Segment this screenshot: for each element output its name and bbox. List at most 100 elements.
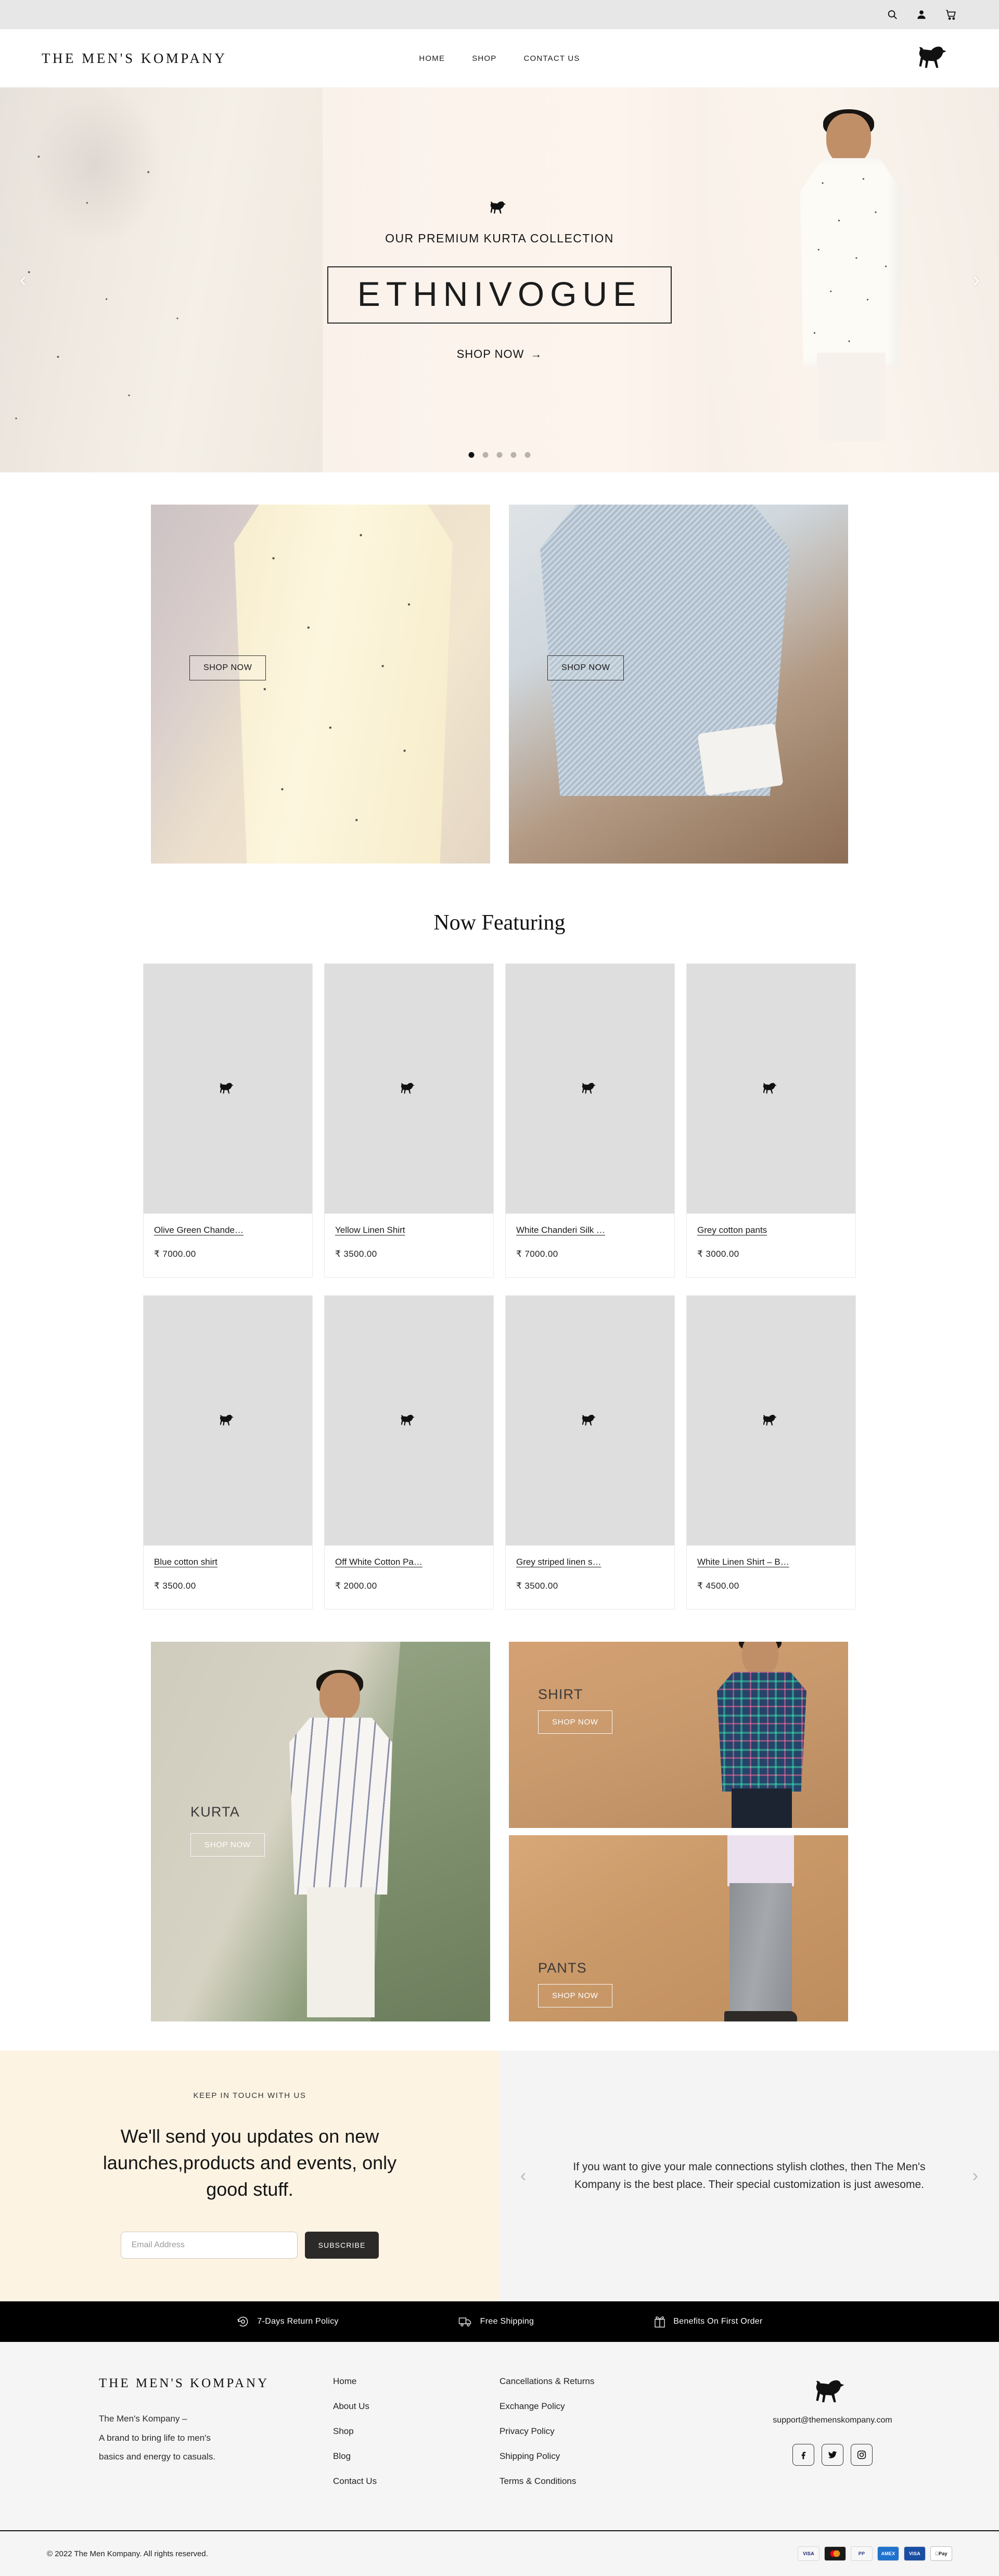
hero-dot-1[interactable]	[468, 452, 475, 458]
brand-wordmark[interactable]: THE MEN'S KOMPANY	[42, 50, 227, 67]
hero-kicker: OUR PREMIUM KURTA COLLECTION	[385, 231, 614, 245]
testimonial-next-icon[interactable]: ›	[972, 2166, 978, 2186]
bull-logo-icon[interactable]	[913, 43, 957, 74]
product-card-body: Grey striped linen s… ₹ 3500.00	[506, 1545, 674, 1609]
product-image-placeholder	[687, 1296, 855, 1545]
product-title[interactable]: Yellow Linen Shirt	[335, 1225, 483, 1235]
footer-bull-logo-icon	[809, 2376, 856, 2408]
product-card-body: Blue cotton shirt ₹ 3500.00	[144, 1545, 312, 1609]
feature-return-policy: 7-Days Return Policy	[236, 2315, 338, 2328]
product-title[interactable]: Grey cotton pants	[697, 1225, 845, 1235]
product-card-body: Grey cotton pants ₹ 3000.00	[687, 1214, 855, 1277]
product-title[interactable]: White Chanderi Silk …	[516, 1225, 664, 1235]
category-shop-now-shirt[interactable]: SHOP NOW	[538, 1710, 612, 1734]
search-icon[interactable]	[886, 8, 899, 21]
newsletter-form: SUBSCRIBE	[0, 2232, 499, 2259]
product-card[interactable]: Olive Green Chande… ₹ 7000.00	[143, 963, 313, 1278]
hero-dot-5[interactable]	[524, 452, 531, 458]
footer-brand-column: THE MEN'S KOMPANY The Men's Kompany – A …	[52, 2376, 333, 2501]
hero-dot-4[interactable]	[510, 452, 517, 458]
feature-free-shipping-label: Free Shipping	[480, 2317, 534, 2326]
payment-icon-visa-electron: VISA	[904, 2546, 926, 2561]
nav-item-shop[interactable]: SHOP	[472, 54, 496, 63]
category-shop-now-pants[interactable]: SHOP NOW	[538, 1984, 612, 2007]
category-right-column: SHIRT SHOP NOW PANTS SHOP NOW	[509, 1642, 848, 2021]
facebook-icon[interactable]	[792, 2444, 814, 2466]
product-price: ₹ 7000.00	[516, 1249, 558, 1259]
product-image-placeholder	[506, 1296, 674, 1545]
newsletter-panel: KEEP IN TOUCH WITH US We'll send you upd…	[0, 2051, 499, 2302]
category-banner-pants[interactable]: PANTS SHOP NOW	[509, 1835, 848, 2021]
product-card[interactable]: Grey striped linen s… ₹ 3500.00	[505, 1295, 675, 1609]
hero-next-arrow-icon[interactable]: ›	[966, 269, 987, 290]
category-label-pants: PANTS	[538, 1960, 587, 1976]
product-image-placeholder	[144, 1296, 312, 1545]
category-shop-now-kurta[interactable]: SHOP NOW	[190, 1833, 265, 1857]
footer-link-contact-us[interactable]: Contact Us	[333, 2476, 499, 2487]
promo-shop-now-button-1[interactable]: SHOP NOW	[189, 655, 266, 680]
now-featuring-heading: Now Featuring	[433, 911, 566, 935]
category-label-kurta: KURTA	[190, 1804, 240, 1820]
hero-prev-arrow-icon[interactable]: ‹	[12, 269, 33, 290]
testimonial-prev-icon[interactable]: ‹	[520, 2166, 526, 2186]
footer-desc-line-2: A brand to bring life to men's	[99, 2432, 211, 2443]
category-banner-shirt[interactable]: SHIRT SHOP NOW	[509, 1642, 848, 1828]
product-card[interactable]: Grey cotton pants ₹ 3000.00	[686, 963, 856, 1278]
footer-desc-line-3: basics and energy to casuals.	[99, 2452, 215, 2462]
category-label-shirt: SHIRT	[538, 1686, 583, 1702]
footer-link-exchange-policy[interactable]: Exchange Policy	[499, 2401, 718, 2412]
product-card[interactable]: Off White Cotton Pa… ₹ 2000.00	[324, 1295, 494, 1609]
hero-dot-3[interactable]	[496, 452, 503, 458]
footer-link-shipping-policy[interactable]: Shipping Policy	[499, 2451, 718, 2462]
product-card[interactable]: Blue cotton shirt ₹ 3500.00	[143, 1295, 313, 1609]
product-title[interactable]: Grey striped linen s…	[516, 1557, 664, 1567]
homepage: THE MEN'S KOMPANY HOME SHOP CONTACT US O…	[0, 0, 999, 2576]
product-card[interactable]: White Linen Shirt – B… ₹ 4500.00	[686, 1295, 856, 1609]
promo-tile-kurta[interactable]: SHOP NOW	[151, 505, 490, 864]
footer-link-terms-conditions[interactable]: Terms & Conditions	[499, 2476, 718, 2487]
twitter-icon[interactable]	[822, 2444, 843, 2466]
footer-link-shop[interactable]: Shop	[333, 2426, 499, 2437]
features-strip: 7-Days Return Policy Free Shipping Benef…	[0, 2301, 999, 2342]
main-navigation: HOME SHOP CONTACT US	[419, 54, 580, 63]
hero-dot-2[interactable]	[482, 452, 489, 458]
social-links	[792, 2444, 873, 2466]
hero-shop-now-label: SHOP NOW	[456, 347, 524, 360]
footer-link-cancellations-returns[interactable]: Cancellations & Returns	[499, 2376, 718, 2387]
product-card-body: White Linen Shirt – B… ₹ 4500.00	[687, 1545, 855, 1609]
product-title[interactable]: Off White Cotton Pa…	[335, 1557, 483, 1567]
payment-icon-mastercard	[824, 2546, 846, 2561]
footer-contact-column: support@themenskompany.com	[718, 2376, 947, 2501]
footer-link-home[interactable]: Home	[333, 2376, 499, 2387]
hero-title-box: ETHNIVOGUE	[327, 266, 672, 324]
product-title[interactable]: White Linen Shirt – B…	[697, 1557, 845, 1567]
product-title[interactable]: Olive Green Chande…	[154, 1225, 302, 1235]
gift-benefits-icon	[654, 2315, 666, 2328]
hero-title: ETHNIVOGUE	[357, 274, 642, 313]
product-title[interactable]: Blue cotton shirt	[154, 1557, 302, 1567]
feature-free-shipping: Free Shipping	[458, 2315, 534, 2328]
product-card-body: White Chanderi Silk … ₹ 7000.00	[506, 1214, 674, 1277]
feature-benefits: Benefits On First Order	[654, 2315, 762, 2328]
product-price: ₹ 7000.00	[154, 1249, 196, 1259]
promo-tile-shirt[interactable]: SHOP NOW	[509, 505, 848, 864]
account-icon[interactable]	[915, 8, 928, 21]
promo-shop-now-button-2[interactable]: SHOP NOW	[547, 655, 624, 680]
instagram-icon[interactable]	[851, 2444, 873, 2466]
product-grid-row-1: Olive Green Chande… ₹ 7000.00 Yellow Lin…	[0, 963, 999, 1278]
cart-icon[interactable]	[944, 8, 957, 21]
category-banner-kurta[interactable]: KURTA SHOP NOW	[151, 1642, 490, 2021]
email-field[interactable]	[120, 2232, 298, 2259]
hero-shop-now-button[interactable]: SHOP NOW →	[457, 347, 543, 361]
subscribe-button[interactable]: SUBSCRIBE	[304, 2232, 379, 2259]
product-card[interactable]: White Chanderi Silk … ₹ 7000.00	[505, 963, 675, 1278]
nav-item-contact-us[interactable]: CONTACT US	[524, 54, 580, 63]
product-card[interactable]: Yellow Linen Shirt ₹ 3500.00	[324, 963, 494, 1278]
footer-link-privacy-policy[interactable]: Privacy Policy	[499, 2426, 718, 2437]
footer-link-about-us[interactable]: About Us	[333, 2401, 499, 2412]
nav-item-home[interactable]: HOME	[419, 54, 445, 63]
support-email[interactable]: support@themenskompany.com	[773, 2416, 892, 2425]
hero-left-image	[0, 87, 323, 472]
product-image-placeholder	[144, 964, 312, 1214]
footer-link-blog[interactable]: Blog	[333, 2451, 499, 2462]
